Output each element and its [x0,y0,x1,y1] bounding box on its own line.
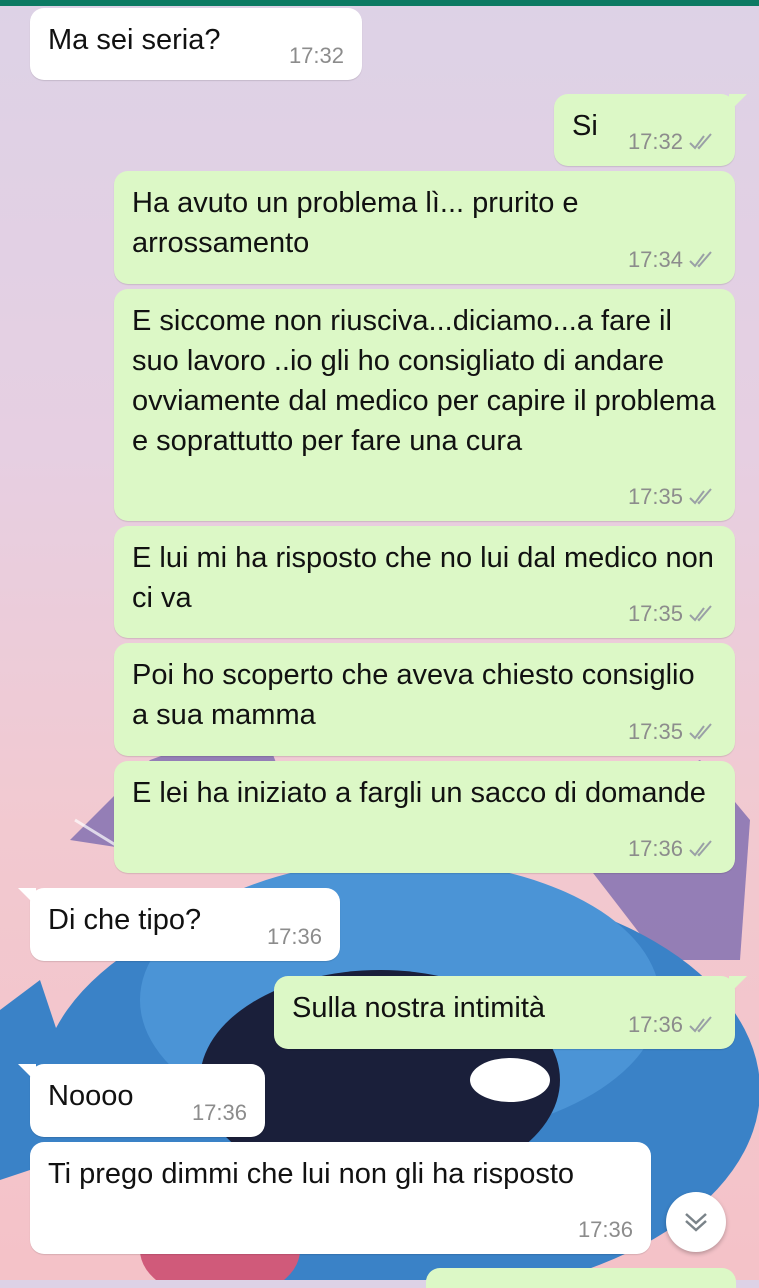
bubble-tail [729,94,747,112]
message-time: 17:35 [627,719,683,744]
message-outgoing[interactable]: Ha avuto un problema lì... prurito e arr… [114,171,735,284]
message-time: 17:36 [266,924,322,949]
double-check-icon [689,1016,712,1033]
message-incoming[interactable]: Ma sei seria? 17:32 [30,8,362,80]
double-check-icon [689,605,712,622]
double-check-icon [689,840,712,857]
bubble-tail [729,976,747,994]
message-time: 17:32 [627,129,683,154]
message-text: E lei ha iniziato a fargli un sacco di d… [132,777,706,809]
message-time: 17:36 [577,1217,633,1242]
double-check-icon [689,133,712,150]
message-time: 17:35 [627,484,683,509]
message-incoming[interactable]: Noooo 17:36 [18,1064,265,1137]
chevron-double-down-icon [685,1213,707,1232]
message-text: E siccome non riusciva...diciamo...a far… [132,305,716,457]
message-time: 17:36 [191,1100,247,1125]
message-time: 17:35 [627,601,683,626]
message-outgoing-partial [426,1268,736,1288]
message-time: 17:32 [288,43,344,68]
double-check-icon [689,723,712,740]
message-outgoing[interactable]: Si 17:32 [554,94,747,166]
bubble-tail [18,888,36,906]
message-outgoing[interactable]: E lui mi ha risposto che no lui dal medi… [114,526,735,638]
double-check-icon [689,251,712,268]
message-outgoing[interactable]: Poi ho scoperto che aveva chiesto consig… [114,643,735,756]
message-outgoing[interactable]: Sulla nostra intimità 17:36 [274,976,747,1049]
double-check-icon [689,488,712,505]
message-time: 17:34 [627,247,683,272]
message-incoming[interactable]: Di che tipo? 17:36 [18,888,340,961]
message-outgoing[interactable]: E lei ha iniziato a fargli un sacco di d… [114,761,735,873]
message-outgoing[interactable]: E siccome non riusciva...diciamo...a far… [114,289,735,521]
bubble-tail [18,1064,36,1082]
message-time: 17:36 [627,836,683,861]
message-incoming[interactable]: Ti prego dimmi che lui non gli ha rispos… [30,1142,651,1254]
message-time: 17:36 [627,1012,683,1037]
scroll-to-bottom-button[interactable] [666,1192,726,1252]
message-text: Ti prego dimmi che lui non gli ha rispos… [48,1158,575,1190]
